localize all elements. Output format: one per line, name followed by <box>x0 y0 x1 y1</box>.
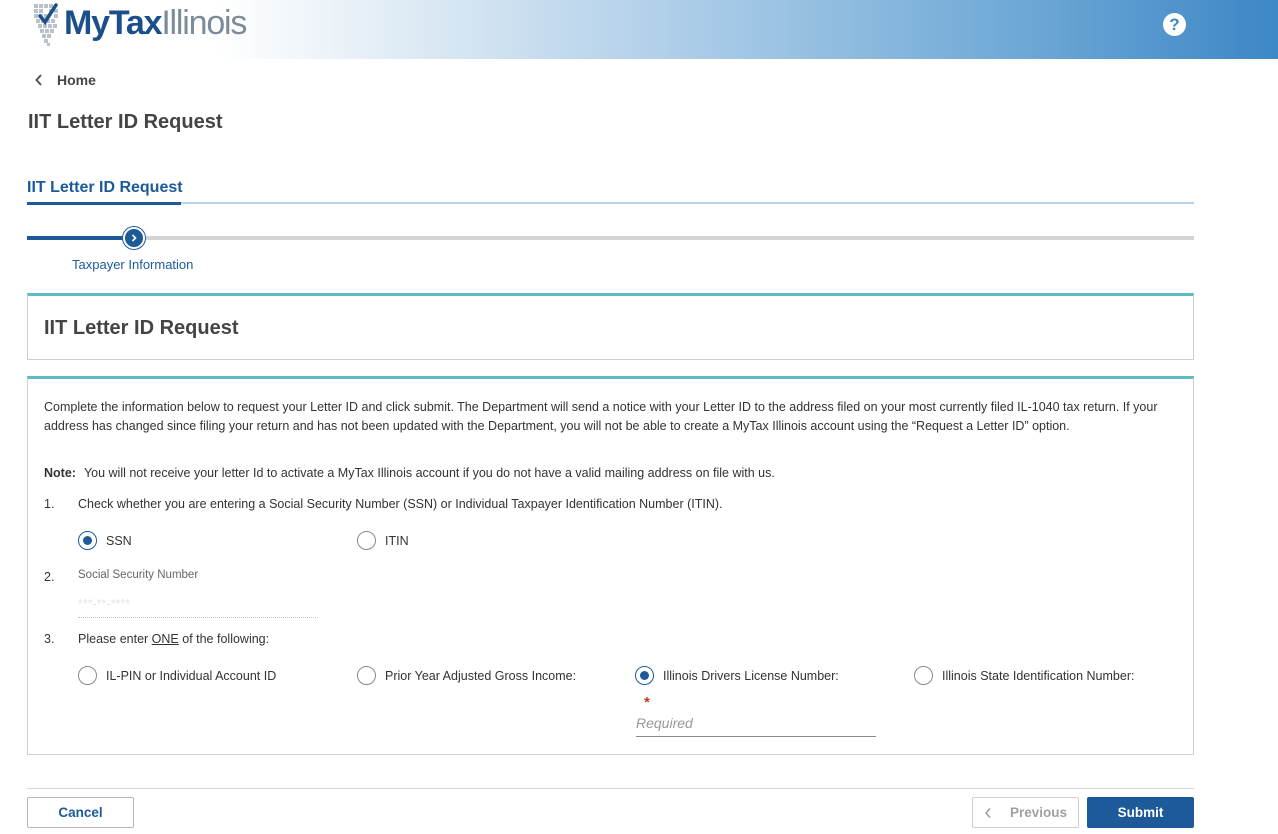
note-text: You will not receive your letter Id to a… <box>83 466 775 480</box>
chevron-left-icon <box>35 74 42 86</box>
header-banner: MyTaxIllinois ? <box>0 0 1278 59</box>
radio-drivers-license-label: Illinois Drivers License Number: <box>663 668 839 683</box>
radio-ssn[interactable]: SSN <box>78 531 132 550</box>
question-1-text: Check whether you are entering a Social … <box>78 497 723 511</box>
radio-state-id[interactable]: Illinois State Identification Number: <box>914 666 1134 685</box>
radio-drivers-license-circle[interactable] <box>635 666 654 685</box>
radio-il-pin-circle[interactable] <box>78 666 97 685</box>
radio-il-pin-label: IL-PIN or Individual Account ID <box>106 668 277 683</box>
step-label-taxpayer-information[interactable]: Taxpayer Information <box>72 257 193 272</box>
radio-state-id-circle[interactable] <box>914 666 933 685</box>
breadcrumb[interactable]: Home <box>34 70 96 90</box>
logo-wordmark: MyTaxIllinois <box>64 4 247 42</box>
footer-divider <box>27 788 1194 789</box>
question-3-text: Please enter ONE of the following: <box>78 632 270 646</box>
progress-fill <box>27 236 127 240</box>
mytax-illinois-logo[interactable]: MyTaxIllinois <box>30 0 247 52</box>
radio-itin-circle[interactable] <box>357 531 376 550</box>
radio-ssn-circle[interactable] <box>78 531 97 550</box>
radio-ssn-label: SSN <box>106 533 132 548</box>
question-3-number: 3. <box>44 632 55 646</box>
illinois-map-icon <box>34 3 58 46</box>
radio-state-id-label: Illinois State Identification Number: <box>942 668 1135 683</box>
radio-prior-year-agi-circle[interactable] <box>357 666 376 685</box>
drivers-license-number-input[interactable] <box>636 710 876 737</box>
question-2-number: 2. <box>44 570 55 584</box>
radio-itin[interactable]: ITIN <box>357 531 409 550</box>
radio-prior-year-agi[interactable]: Prior Year Adjusted Gross Income: <box>357 666 576 685</box>
radio-il-pin[interactable]: IL-PIN or Individual Account ID <box>78 666 276 685</box>
previous-button[interactable]: Previous <box>972 797 1079 828</box>
ssn-label: Social Security Number <box>78 569 199 581</box>
required-indicator: * <box>644 694 650 711</box>
progress-track <box>27 236 1194 240</box>
previous-button-label: Previous <box>1009 805 1068 820</box>
panel-header: IIT Letter ID Request <box>27 293 1194 360</box>
radio-itin-label: ITIN <box>385 533 409 548</box>
panel-title: IIT Letter ID Request <box>44 317 239 339</box>
tab-iit-letter-id-request[interactable]: IIT Letter ID Request <box>27 179 183 197</box>
intro-text: Complete the information below to reques… <box>44 400 1158 433</box>
home-link[interactable]: Home <box>57 72 96 88</box>
radio-prior-year-agi-label: Prior Year Adjusted Gross Income: <box>385 668 577 683</box>
chevron-right-icon <box>131 234 137 242</box>
cancel-button[interactable]: Cancel <box>27 797 134 828</box>
tab-underline <box>27 202 1194 204</box>
note-label: Note: <box>44 466 76 480</box>
tab-active-indicator <box>27 202 181 205</box>
note: Note: You will not receive your letter Id… <box>44 466 775 480</box>
progress-step-marker[interactable] <box>123 227 145 249</box>
radio-drivers-license[interactable]: Illinois Drivers License Number: <box>635 666 839 685</box>
ssn-field[interactable] <box>78 590 318 618</box>
page-title: IIT Letter ID Request <box>28 111 223 133</box>
question-1-number: 1. <box>44 497 55 511</box>
help-icon[interactable]: ? <box>1163 13 1186 36</box>
submit-button[interactable]: Submit <box>1087 797 1194 828</box>
chevron-left-icon <box>984 807 991 818</box>
